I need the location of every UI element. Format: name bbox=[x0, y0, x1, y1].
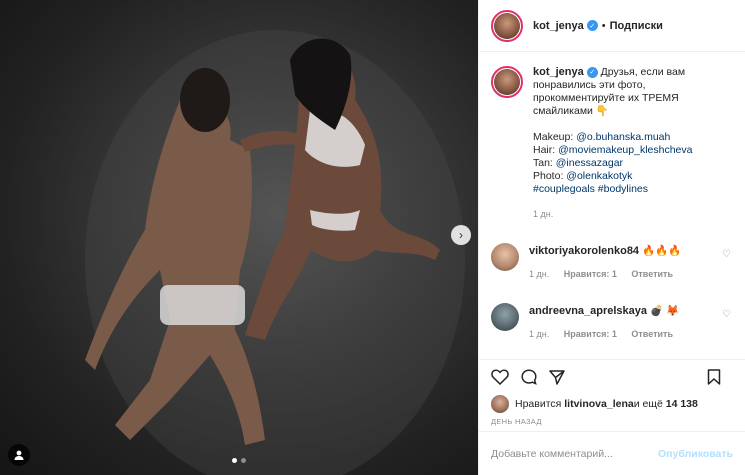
like-comment-heart-icon[interactable]: ♡ bbox=[722, 249, 731, 260]
post-photo[interactable]: › bbox=[0, 0, 478, 475]
commenter-username[interactable]: andreevna_aprelskaya bbox=[529, 305, 647, 317]
share-paper-plane-icon[interactable] bbox=[549, 369, 565, 385]
caption-username[interactable]: kot_jenya bbox=[533, 66, 584, 78]
comments-list: kot_jenya ✓ Друзья, если вам понравились … bbox=[479, 52, 745, 359]
post-caption: kot_jenya ✓ Друзья, если вам понравились … bbox=[491, 66, 733, 221]
liker-username[interactable]: litvinova_lena bbox=[564, 398, 633, 410]
verified-badge-icon: ✓ bbox=[586, 20, 598, 31]
post-header: kot_jenya ✓ • Подписки bbox=[479, 0, 745, 52]
add-comment-bar: Опубликовать bbox=[479, 431, 745, 475]
next-photo-button[interactable]: › bbox=[451, 225, 471, 245]
separator-dot: • bbox=[601, 19, 606, 32]
comment-likes-count[interactable]: Нравится: 1 bbox=[564, 269, 617, 279]
comment-likes-count[interactable]: Нравится: 1 bbox=[564, 329, 617, 339]
publish-button[interactable]: Опубликовать bbox=[658, 448, 733, 460]
credit-label: Tan: bbox=[533, 157, 556, 169]
comment-item: andreevna_aprelskaya 💣 🦊 1 дн. Нравится:… bbox=[491, 303, 733, 341]
carousel-indicator bbox=[0, 458, 478, 463]
credit-label: Makeup: bbox=[533, 131, 577, 143]
carousel-dot bbox=[232, 458, 237, 463]
bookmark-icon[interactable] bbox=[707, 369, 721, 385]
likes-summary: Нравится litvinova_lena и ещё 14 138 bbox=[479, 393, 745, 415]
following-button[interactable]: Подписки bbox=[610, 20, 663, 32]
commenter-username[interactable]: viktoriyakorolenko84 bbox=[529, 245, 639, 257]
mention-link[interactable]: @moviemakeup_kleshcheva bbox=[558, 144, 692, 156]
comment-input[interactable] bbox=[491, 447, 659, 460]
comment-bubble-icon[interactable] bbox=[521, 368, 537, 385]
commenter-avatar[interactable] bbox=[491, 303, 519, 331]
post-sidebar: kot_jenya ✓ • Подписки kot_jenya ✓ Друзья… bbox=[478, 0, 745, 475]
post-actions-bar bbox=[479, 359, 745, 393]
comment-text: 🔥🔥🔥 bbox=[641, 245, 682, 257]
like-heart-icon[interactable] bbox=[491, 368, 509, 385]
likes-count[interactable]: 14 138 bbox=[666, 398, 698, 410]
dancers-photo-illustration bbox=[85, 30, 465, 475]
post-date[interactable]: ДЕНЬ НАЗАД bbox=[479, 415, 745, 431]
reply-button[interactable]: Ответить bbox=[631, 329, 673, 339]
mention-link[interactable]: @inessazagar bbox=[556, 157, 623, 169]
comment-time[interactable]: 1 дн. bbox=[529, 269, 549, 279]
chevron-right-icon: › bbox=[459, 228, 463, 242]
mention-link[interactable]: @olenkakotyk bbox=[566, 170, 632, 182]
verified-badge-icon: ✓ bbox=[586, 66, 598, 78]
reply-button[interactable]: Ответить bbox=[631, 269, 673, 279]
likes-suffix: и ещё bbox=[633, 398, 663, 410]
mention-link[interactable]: @o.buhanska.muah bbox=[576, 131, 670, 143]
author-avatar[interactable] bbox=[491, 9, 523, 42]
author-username[interactable]: kot_jenya bbox=[533, 20, 584, 32]
carousel-dot bbox=[241, 458, 246, 463]
like-comment-heart-icon[interactable]: ♡ bbox=[722, 309, 731, 320]
credit-label: Photo: bbox=[533, 170, 567, 182]
credit-label: Hair: bbox=[533, 144, 559, 156]
comment-item: viktoriyakorolenko84 🔥🔥🔥 1 дн. Нравится:… bbox=[491, 243, 733, 281]
hashtag-links[interactable]: #couplegoals #bodylines bbox=[533, 183, 648, 195]
author-avatar[interactable] bbox=[491, 66, 523, 98]
liker-avatar[interactable] bbox=[491, 395, 509, 413]
caption-time[interactable]: 1 дн. bbox=[533, 208, 733, 221]
post-dialog: › kot_jenya ✓ • Подписки kot_jenya ✓ Дру… bbox=[0, 0, 745, 475]
commenter-avatar[interactable] bbox=[491, 243, 519, 271]
likes-prefix: Нравится bbox=[515, 398, 562, 410]
comment-time[interactable]: 1 дн. bbox=[529, 329, 549, 339]
comment-text: 💣 🦊 bbox=[649, 305, 680, 317]
